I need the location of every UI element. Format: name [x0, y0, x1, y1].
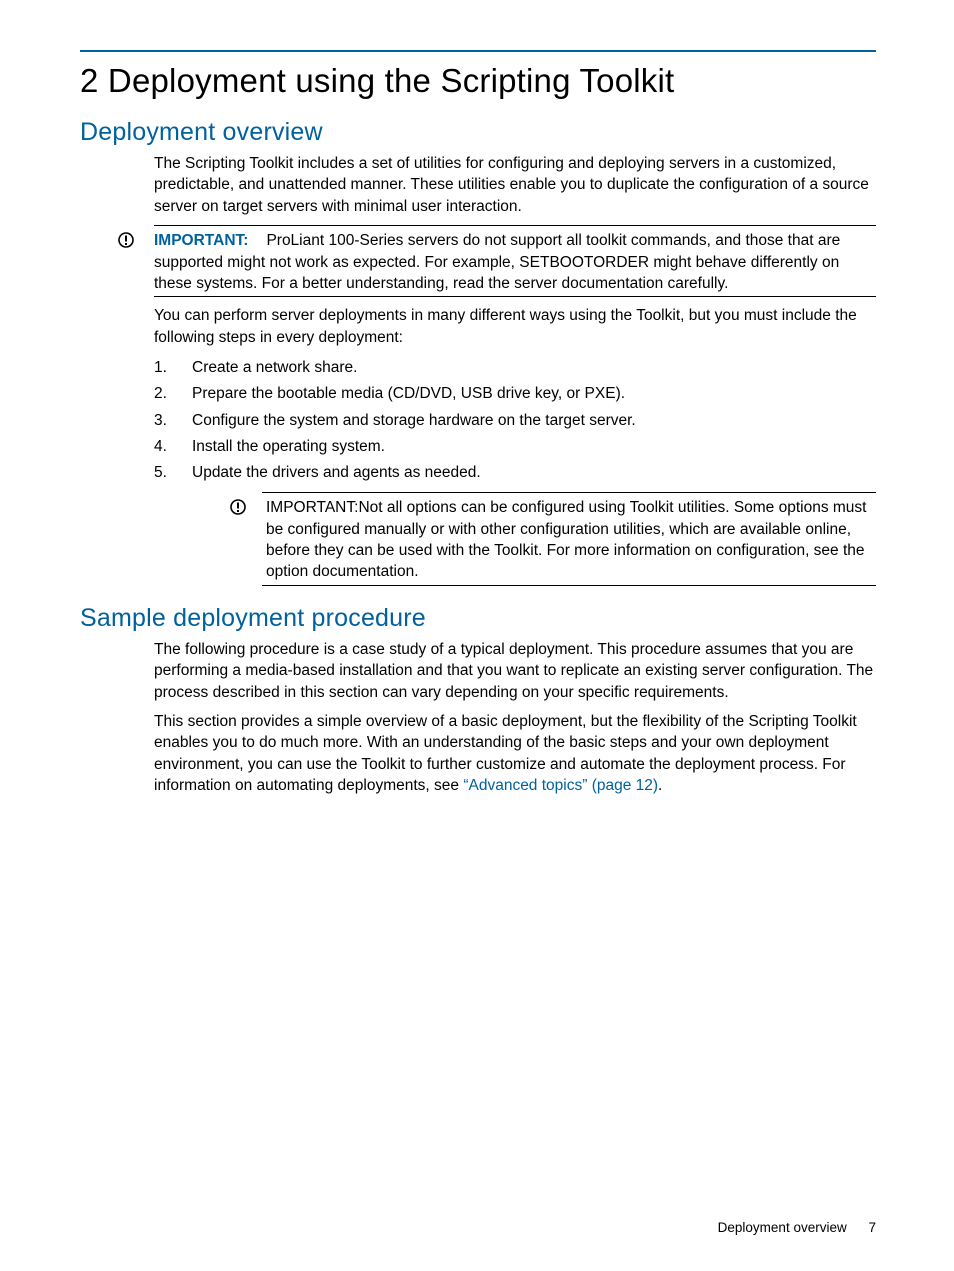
overview-steps-block: You can perform server deployments in ma… — [154, 305, 876, 586]
callout-rule-bottom — [154, 296, 876, 297]
page-footer: Deployment overview 7 — [718, 1220, 876, 1235]
step-item: Update the drivers and agents as needed. — [154, 461, 876, 484]
chapter-rule — [80, 50, 876, 52]
sample-body: The following procedure is a case study … — [154, 639, 876, 797]
callout-rule-bottom — [262, 585, 876, 586]
page: { "chapter": { "title": "2 Deployment us… — [0, 0, 954, 1271]
footer-section: Deployment overview — [718, 1220, 847, 1235]
important-2-text: IMPORTANT:Not all options can be configu… — [262, 497, 876, 583]
footer-page-number: 7 — [868, 1220, 876, 1235]
sample-para2-b: . — [658, 777, 662, 794]
sample-para1: The following procedure is a case study … — [154, 639, 876, 703]
overview-intro: The Scripting Toolkit includes a set of … — [154, 153, 876, 217]
important-1-text: IMPORTANT:ProLiant 100-Series servers do… — [154, 230, 876, 294]
step-item: Install the operating system. — [154, 435, 876, 458]
important-icon — [118, 232, 134, 248]
important-icon — [230, 499, 246, 515]
overview-intro-block: The Scripting Toolkit includes a set of … — [154, 153, 876, 217]
section-heading-sample: Sample deployment procedure — [80, 604, 876, 633]
advanced-topics-link[interactable]: “Advanced topics” (page 12) — [463, 777, 658, 794]
overview-steps-lead: You can perform server deployments in ma… — [154, 305, 876, 348]
important-callout-1: IMPORTANT:ProLiant 100-Series servers do… — [78, 225, 876, 297]
chapter-title: 2 Deployment using the Scripting Toolkit — [80, 62, 876, 100]
sample-para2: This section provides a simple overview … — [154, 711, 876, 797]
step-item: Prepare the bootable media (CD/DVD, USB … — [154, 382, 876, 405]
step-item: Configure the system and storage hardwar… — [154, 409, 876, 432]
step-item: Create a network share. — [154, 356, 876, 379]
important-callout-2: IMPORTANT:Not all options can be configu… — [230, 492, 876, 586]
important-label: IMPORTANT: — [266, 499, 358, 516]
important-label: IMPORTANT: — [154, 232, 266, 249]
deployment-steps-list: Create a network share. Prepare the boot… — [154, 356, 876, 484]
section-heading-overview: Deployment overview — [80, 118, 876, 147]
